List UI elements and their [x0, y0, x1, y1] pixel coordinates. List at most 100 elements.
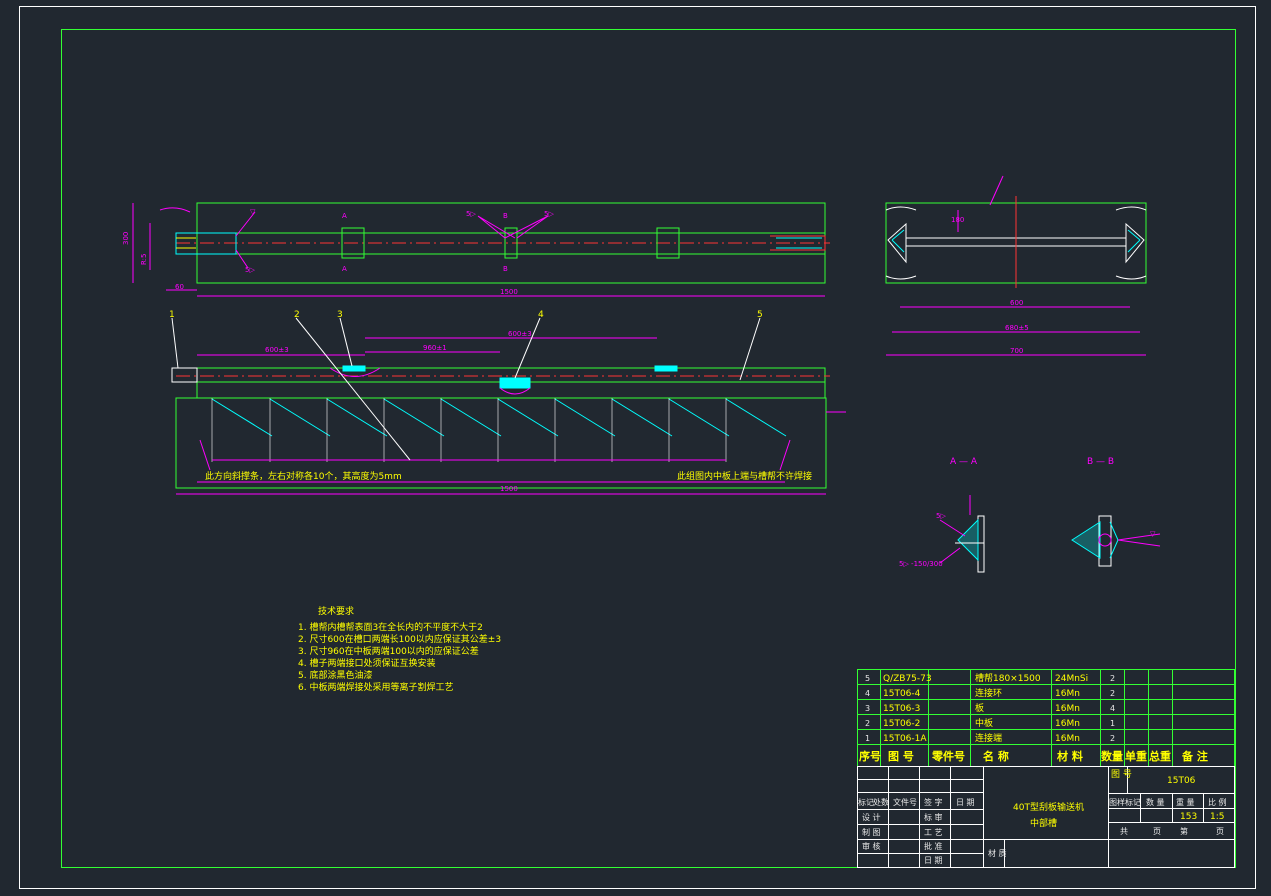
- svg-text:960±1: 960±1: [423, 344, 447, 352]
- balloon-2: 2: [294, 310, 300, 320]
- tb-page-end: 页: [1216, 827, 1224, 836]
- balloon-4: 4: [538, 310, 544, 320]
- parts-header-part: 零件号: [931, 749, 965, 763]
- parts-code: 15T06-3: [883, 704, 920, 714]
- svg-text:680±5: 680±5: [1005, 324, 1029, 332]
- cut-label-b-bottom: B: [503, 265, 508, 273]
- parts-name: 中板: [975, 717, 993, 729]
- svg-text:180: 180: [951, 216, 964, 224]
- tech-req-item-3: 3. 尺寸960在中板两端100以内的应保证公差: [298, 645, 479, 657]
- part-name: 中部槽: [1030, 817, 1057, 829]
- tb-mark: 标记: [858, 797, 874, 807]
- parts-row: 5 Q/ZB75-73 槽帮180×1500 24MnSi 2: [865, 672, 1115, 684]
- tech-req-item-4: 4. 槽子两端接口处须保证互换安装: [298, 657, 435, 669]
- parts-name: 连接端: [975, 732, 1002, 744]
- tb-file-no: 文件号: [893, 797, 917, 807]
- parts-material: 16Mn: [1055, 689, 1080, 699]
- parts-header-qty: 数量: [1101, 749, 1123, 763]
- parts-row: 1 15T06-1A 连接端 16Mn 2: [865, 732, 1115, 744]
- parts-seq: 1: [865, 734, 870, 743]
- parts-material: 16Mn: [1055, 719, 1080, 729]
- side-view-note-left: 此方向斜撑条，左右对称各10个，其高度为5mm: [205, 470, 402, 482]
- parts-header-name: 名 称: [983, 749, 1009, 763]
- parts-header-remark: 备 注: [1181, 749, 1208, 763]
- tb-page: 第: [1180, 826, 1188, 836]
- parts-qty: 2: [1110, 674, 1115, 683]
- tb-weight-value: 153: [1180, 812, 1197, 822]
- tech-req-title: 技术要求: [318, 605, 354, 617]
- side-view-note-right: 此组图内中板上端与槽帮不许焊接: [677, 470, 812, 482]
- svg-text:600: 600: [1010, 299, 1023, 307]
- parts-qty: 4: [1110, 704, 1115, 713]
- svg-text:5▷: 5▷: [245, 266, 255, 274]
- section-b-label: B — B: [1087, 457, 1114, 467]
- tech-req-item-5: 5. 底部涂黑色油漆: [298, 669, 372, 681]
- parts-header-code: 图 号: [888, 750, 914, 763]
- tech-req-item-6: 6. 中板两端焊接处采用等离子割焊工艺: [298, 681, 453, 693]
- svg-text:1500: 1500: [500, 485, 518, 493]
- svg-text:5▷: 5▷: [466, 210, 476, 218]
- parts-seq: 3: [865, 704, 870, 713]
- tb-count: 处数: [873, 797, 889, 807]
- parts-row: 2 15T06-2 中板 16Mn 1: [865, 717, 1115, 729]
- svg-text:▽: ▽: [1150, 530, 1156, 538]
- cad-drawing-canvas: 300 R:5 1500 60 ▽ 5▷ 5▷ 5▷ A A B B 600±3…: [19, 6, 1256, 889]
- parts-material: 16Mn: [1055, 704, 1080, 714]
- title-block-text: 图 号 15T06 40T型刮板输送机 中部槽 标记 处数 文件号 签 字 日 …: [858, 769, 1227, 865]
- parts-list: [857, 669, 1235, 767]
- tb-check: 审 核: [862, 841, 881, 851]
- tb-approve: 批 准: [924, 841, 943, 851]
- tb-stage: 图样标记: [1109, 797, 1141, 807]
- side-view: 600±3 960±1 600±3 1500: [171, 317, 846, 495]
- parts-header-total-weight: 总重: [1149, 749, 1171, 763]
- parts-name: 连接环: [975, 687, 1002, 699]
- svg-text:5▷: 5▷: [936, 512, 946, 520]
- parts-code: 15T06-4: [883, 689, 921, 699]
- section-a-weld-note: 5▷ -150/300: [899, 560, 943, 568]
- tb-draw: 制 图: [862, 827, 881, 837]
- svg-text:300: 300: [122, 232, 130, 245]
- balloon-5: 5: [757, 310, 763, 320]
- parts-qty: 2: [1110, 689, 1115, 698]
- technical-requirements: 技术要求 1. 槽帮内槽帮表面3在全长内的不平度不大于2 2. 尺寸600在槽口…: [298, 605, 501, 693]
- parts-header-unit-weight: 单重: [1125, 749, 1147, 763]
- section-a-label: A — A: [950, 457, 978, 467]
- svg-text:600±3: 600±3: [508, 330, 532, 338]
- balloon-1: 1: [169, 310, 175, 320]
- parts-seq: 2: [865, 719, 870, 728]
- svg-text:R:5: R:5: [140, 254, 148, 265]
- cut-label-b-top: B: [503, 212, 508, 220]
- tb-signature: 签 字: [924, 797, 943, 807]
- parts-material: 24MnSi: [1055, 674, 1088, 684]
- tb-material: 材 质: [988, 848, 1007, 858]
- parts-list-rows: 5 Q/ZB75-73 槽帮180×1500 24MnSi 2 4 15T06-…: [859, 672, 1208, 763]
- svg-text:700: 700: [1010, 347, 1023, 355]
- product-name: 40T型刮板输送机: [1013, 801, 1084, 813]
- parts-name: 板: [975, 702, 984, 714]
- parts-material: 16Mn: [1055, 734, 1080, 744]
- svg-text:▽: ▽: [250, 208, 256, 216]
- tb-date2: 日 期: [924, 856, 943, 865]
- svg-text:5▷: 5▷: [544, 210, 554, 218]
- tb-sheets: 页: [1153, 827, 1161, 836]
- parts-qty: 1: [1110, 719, 1115, 728]
- tech-req-item-1: 1. 槽帮内槽帮表面3在全长内的不平度不大于2: [298, 621, 483, 633]
- parts-seq: 4: [865, 689, 870, 698]
- tech-req-item-2: 2. 尺寸600在槽口两端长100以内应保证其公差±3: [298, 633, 501, 645]
- parts-seq: 5: [865, 674, 870, 683]
- svg-text:1500: 1500: [500, 288, 518, 296]
- svg-text:600±3: 600±3: [265, 346, 289, 354]
- tb-qty: 数 量: [1146, 797, 1165, 807]
- tb-weight: 重 量: [1176, 797, 1195, 807]
- tb-process: 工 艺: [924, 828, 943, 837]
- tb-total: 共: [1120, 827, 1128, 836]
- parts-qty: 2: [1110, 734, 1115, 743]
- top-view: 300 R:5 1500 60 ▽ 5▷ 5▷ 5▷ A A B B: [122, 202, 830, 297]
- parts-header-material: 材 料: [1057, 749, 1083, 763]
- parts-code: 15T06-1A: [883, 734, 927, 744]
- svg-text:60: 60: [175, 283, 184, 291]
- end-view: 680±5 700 600 180: [885, 175, 1147, 356]
- parts-name: 槽帮180×1500: [975, 672, 1041, 684]
- tb-scale-value: 1:5: [1210, 812, 1224, 822]
- drawing-number: 15T06: [1167, 776, 1196, 786]
